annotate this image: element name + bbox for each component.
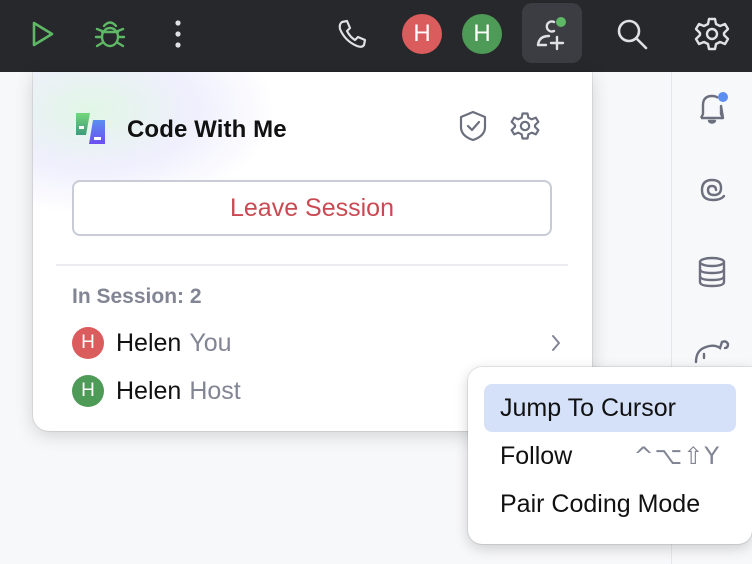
notifications-icon <box>692 88 732 133</box>
ai-assistant-button[interactable] <box>692 172 732 212</box>
menu-item-label: Pair Coding Mode <box>500 489 701 518</box>
member-name: Helen <box>116 376 182 405</box>
member-row-you[interactable]: H Helen You <box>72 325 562 361</box>
popup-settings-button[interactable] <box>507 110 543 146</box>
member-role: You <box>189 328 232 357</box>
code-with-me-icon <box>532 13 572 53</box>
database-icon <box>694 254 730 295</box>
gear-icon <box>510 111 540 146</box>
notifications-button[interactable] <box>692 90 732 130</box>
run-button[interactable] <box>12 4 72 64</box>
more-button[interactable] <box>148 4 208 64</box>
shield-check-icon <box>458 110 488 147</box>
more-vertical-icon <box>173 19 183 49</box>
security-button[interactable] <box>455 110 491 146</box>
avatar: H <box>72 327 104 359</box>
avatar: H <box>462 14 502 54</box>
in-session-label: In Session: 2 <box>72 285 202 308</box>
run-icon <box>27 19 57 49</box>
leave-session-button[interactable]: Leave Session <box>72 180 552 236</box>
menu-item-jump-to-cursor[interactable]: Jump To Cursor <box>484 384 736 432</box>
settings-button[interactable] <box>682 4 742 64</box>
avatar: H <box>402 14 442 54</box>
menu-item-pair-coding-mode[interactable]: Pair Coding Mode <box>484 480 736 528</box>
main-toolbar: H H <box>0 0 752 72</box>
settings-icon <box>694 16 730 52</box>
menu-item-label: Follow <box>500 441 573 470</box>
avatar: H <box>72 375 104 407</box>
chevron-right-icon[interactable] <box>544 331 568 360</box>
popup-header: Code With Me <box>73 110 287 150</box>
member-role: Host <box>189 376 241 405</box>
menu-item-follow[interactable]: Follow ^⌥⇧Y <box>484 432 736 480</box>
participant-avatar-2[interactable]: H <box>452 4 512 64</box>
phone-icon <box>336 18 368 50</box>
call-button[interactable] <box>322 4 382 64</box>
menu-item-label: Jump To Cursor <box>500 393 676 422</box>
member-name: Helen <box>116 328 182 357</box>
member-context-menu: Jump To Cursor Follow ^⌥⇧Y Pair Coding M… <box>468 367 752 544</box>
participant-avatar-1[interactable]: H <box>392 4 452 64</box>
search-button[interactable] <box>602 4 662 64</box>
divider <box>56 264 568 266</box>
ai-assistant-icon <box>694 172 730 213</box>
code-with-me-logo-icon <box>73 111 107 150</box>
search-icon <box>614 16 650 52</box>
debug-button[interactable] <box>80 4 140 64</box>
code-with-me-button[interactable] <box>522 3 582 63</box>
debug-icon <box>93 17 127 51</box>
popup-title: Code With Me <box>127 116 287 143</box>
database-button[interactable] <box>692 254 732 294</box>
menu-shortcut: ^⌥⇧Y <box>633 442 720 470</box>
